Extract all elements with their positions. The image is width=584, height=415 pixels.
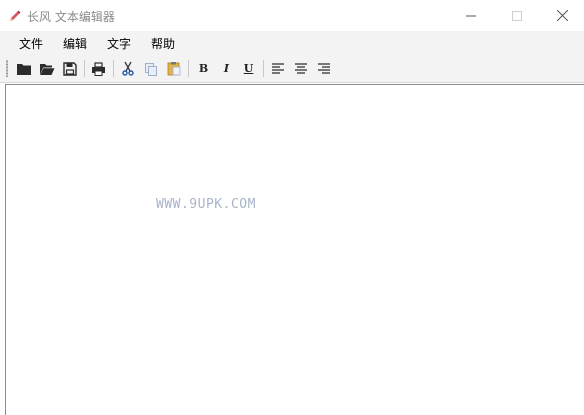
bold-icon: B — [198, 62, 209, 75]
minimize-button[interactable] — [448, 0, 494, 31]
cut-icon — [121, 61, 134, 76]
open-button[interactable] — [37, 59, 56, 78]
toolbar-separator — [263, 60, 264, 77]
align-center-icon — [294, 63, 307, 74]
maximize-icon — [512, 10, 522, 21]
menu-file[interactable]: 文件 — [19, 35, 43, 52]
print-button[interactable] — [89, 59, 108, 78]
bold-button[interactable]: B — [194, 59, 213, 78]
close-icon — [556, 10, 568, 21]
align-center-button[interactable] — [291, 59, 310, 78]
paste-icon — [167, 62, 180, 76]
copy-button[interactable] — [141, 59, 160, 78]
menu-bar: 文件 编辑 文字 帮助 — [0, 31, 584, 55]
text-editor[interactable]: WWW.9UPK.COM — [5, 84, 584, 415]
menu-text[interactable]: 文字 — [107, 35, 131, 52]
italic-icon: I — [223, 62, 230, 75]
align-right-button[interactable] — [314, 59, 333, 78]
align-left-button[interactable] — [268, 59, 287, 78]
toolbar-grip[interactable] — [6, 60, 8, 77]
toolbar-separator — [84, 60, 85, 77]
underline-icon: U — [243, 62, 254, 75]
align-right-icon — [317, 63, 330, 74]
menu-edit[interactable]: 编辑 — [63, 35, 87, 52]
print-icon — [92, 61, 105, 76]
toolbar: B I U — [0, 55, 584, 83]
toolbar-separator — [188, 60, 189, 77]
italic-button[interactable]: I — [217, 59, 236, 78]
cut-button[interactable] — [118, 59, 137, 78]
pen-icon — [10, 10, 21, 21]
paste-button[interactable] — [164, 59, 183, 78]
save-icon — [62, 61, 77, 76]
open-folder-icon — [39, 63, 54, 75]
new-file-icon — [16, 63, 31, 75]
align-left-icon — [271, 63, 284, 74]
close-button[interactable] — [539, 0, 584, 31]
watermark: WWW.9UPK.COM — [156, 197, 256, 212]
underline-button[interactable]: U — [239, 59, 258, 78]
copy-icon — [144, 62, 157, 76]
title-bar: 长风 文本编辑器 — [0, 0, 584, 31]
maximize-button[interactable] — [494, 0, 540, 31]
minimize-icon — [466, 15, 476, 16]
menu-help[interactable]: 帮助 — [151, 35, 175, 52]
toolbar-separator — [113, 60, 114, 77]
new-file-button[interactable] — [14, 59, 33, 78]
window-title: 长风 文本编辑器 — [27, 10, 115, 24]
save-button[interactable] — [60, 59, 79, 78]
